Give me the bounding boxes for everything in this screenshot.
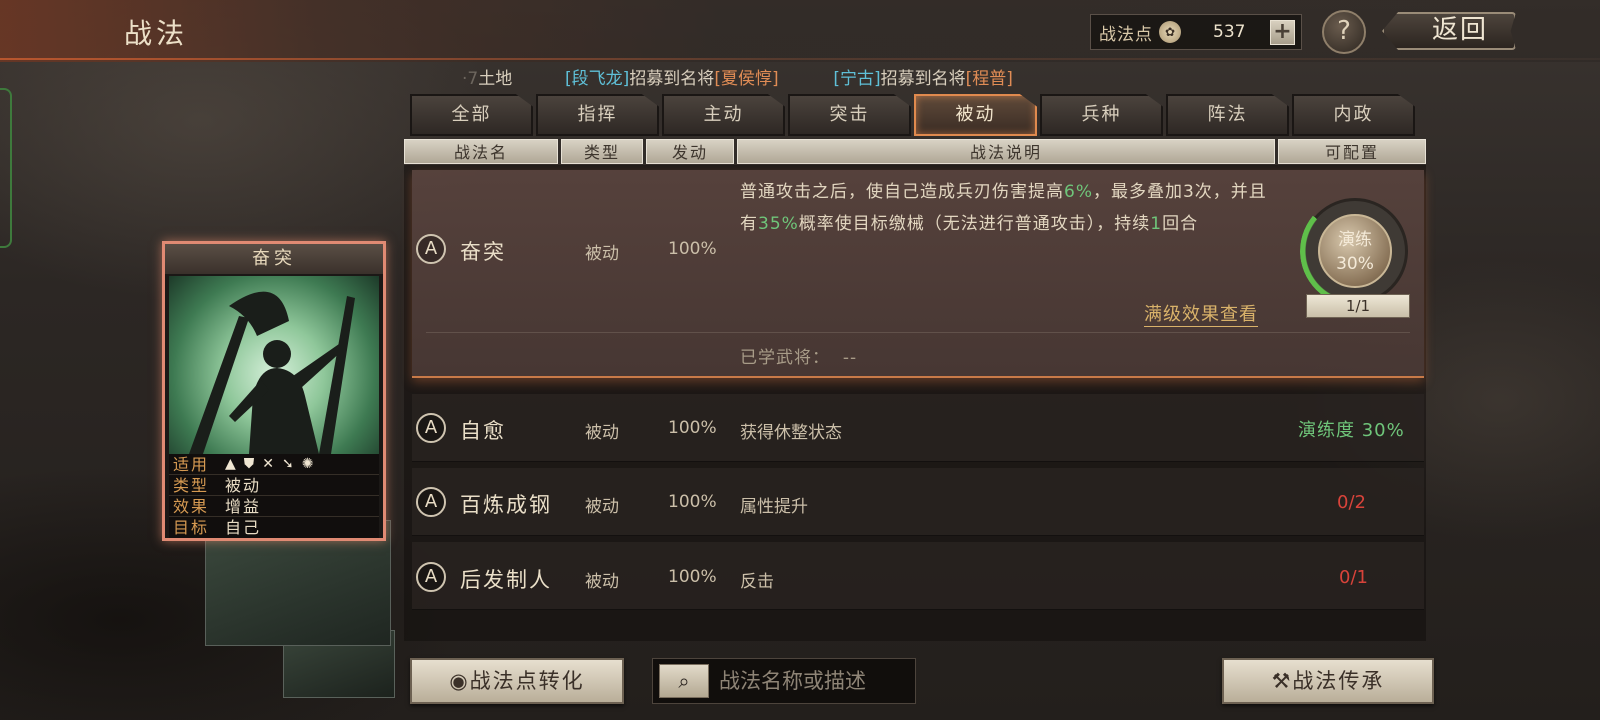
tactic-points-box: 战法点 ✿ 537 + <box>1090 14 1302 50</box>
tab-domestic[interactable]: 内政 <box>1292 94 1415 136</box>
side-drawer-handle[interactable] <box>0 88 12 248</box>
search-box: ⌕ <box>652 658 916 704</box>
skill-type: 被动 <box>585 572 619 592</box>
wheel-icon: ✺ <box>301 455 314 472</box>
card-info-table: 适用 ▲ ⛊ ✕ ➘ ✺ 类型 被动 效果 增益 目标 自己 <box>169 454 379 538</box>
tactic-card: 奋突 适用 ▲ ⛊ ✕ ➘ ✺ 类型 被动 效果 增益 目标 自己 <box>162 241 386 541</box>
card-title: 奋突 <box>165 244 383 274</box>
skill-type: 被动 <box>585 497 619 517</box>
cavalry-icon: ▲ <box>225 455 236 472</box>
column-header-name: 战法名 <box>404 139 558 164</box>
slot-count: 1/1 <box>1306 294 1410 318</box>
table-row[interactable] <box>412 542 1424 610</box>
skill-description: 普通攻击之后，使自己造成兵刃伤害提高6%，最多叠加3次，并且有35%概率使目标缴… <box>740 182 1267 234</box>
grade-a-icon: A <box>416 234 446 264</box>
tab-all[interactable]: 全部 <box>410 94 533 136</box>
skill-description: 反击 <box>740 572 774 592</box>
tab-formation[interactable]: 阵法 <box>1166 94 1289 136</box>
proficiency-status: 演练度 30% <box>1298 420 1405 441</box>
learned-generals: 已学武将： -- <box>740 348 858 368</box>
column-header-desc: 战法说明 <box>737 139 1275 164</box>
skill-name: 百炼成钢 <box>460 493 552 517</box>
search-icon[interactable]: ⌕ <box>659 664 709 698</box>
ticker-player-2: [宁古] <box>833 69 881 89</box>
table-row[interactable] <box>412 394 1424 462</box>
column-header-type: 类型 <box>561 139 643 164</box>
skill-description: 属性提升 <box>740 497 808 517</box>
bow-icon: ✕ <box>262 455 275 472</box>
back-button[interactable]: 返回 <box>1382 12 1516 50</box>
config-count: 0/2 <box>1337 492 1366 513</box>
skill-description: 获得休整状态 <box>740 423 842 443</box>
ticker-player-1: [段飞龙] <box>565 69 630 89</box>
tactic-points-value: 537 <box>1213 22 1246 42</box>
grade-a-icon: A <box>416 413 446 443</box>
skill-type: 被动 <box>585 423 619 443</box>
tab-assault[interactable]: 突击 <box>788 94 911 136</box>
skill-rate: 100% <box>668 418 717 438</box>
search-input[interactable] <box>719 667 909 695</box>
skill-type: 被动 <box>585 244 619 264</box>
unit-type-icons: ▲ ⛊ ✕ ➘ ✺ <box>225 454 313 474</box>
spear-icon: ➘ <box>282 455 294 472</box>
tactic-points-label: 战法点 <box>1099 24 1153 45</box>
table-row[interactable] <box>412 468 1424 536</box>
grade-a-icon: A <box>416 487 446 517</box>
recruit-ticker: ·7土地 [段飞龙]招募到名将[夏侯惇] [宁古]招募到名将[程普] <box>462 69 1013 89</box>
column-header-trigger: 发动 <box>646 139 734 164</box>
card-art-warrior <box>169 276 379 454</box>
grade-a-icon: A <box>416 562 446 592</box>
top-bar-divider <box>0 58 1600 60</box>
drill-button[interactable]: 演练 30% <box>1318 214 1392 288</box>
hammer-icon: ⚒ <box>1271 669 1293 693</box>
shield-icon: ⛊ <box>243 455 255 472</box>
skill-name: 后发制人 <box>460 568 552 592</box>
tab-passive[interactable]: 被动 <box>914 94 1037 136</box>
help-button[interactable]: ? <box>1322 10 1366 54</box>
skill-rate: 100% <box>668 492 717 512</box>
add-points-button[interactable]: + <box>1270 20 1295 45</box>
skill-rate: 100% <box>668 239 717 259</box>
row-divider <box>426 332 1410 333</box>
category-tabs: 全部 指挥 主动 突击 被动 兵种 阵法 内政 <box>410 94 1415 136</box>
ticker-general-1: [夏侯惇] <box>714 69 779 89</box>
skill-name: 奋突 <box>460 240 506 264</box>
tactic-points-icon: ✿ <box>1159 21 1181 43</box>
ticker-general-2: [程普] <box>965 69 1013 89</box>
warrior-silhouette-icon <box>189 291 355 454</box>
skill-name: 自愈 <box>460 419 506 443</box>
skill-rate: 100% <box>668 567 717 587</box>
config-count: 0/1 <box>1339 567 1368 588</box>
page-title: 战法 <box>124 17 189 50</box>
tab-troop[interactable]: 兵种 <box>1040 94 1163 136</box>
full-level-effect-link[interactable]: 满级效果查看 <box>1144 300 1258 327</box>
tab-active[interactable]: 主动 <box>662 94 785 136</box>
tab-command[interactable]: 指挥 <box>536 94 659 136</box>
flame-icon: ◉ <box>449 669 470 693</box>
column-header-config: 可配置 <box>1278 139 1426 164</box>
convert-points-button[interactable]: ◉战法点转化 <box>410 658 624 704</box>
inherit-tactic-button[interactable]: ⚒战法传承 <box>1222 658 1434 704</box>
